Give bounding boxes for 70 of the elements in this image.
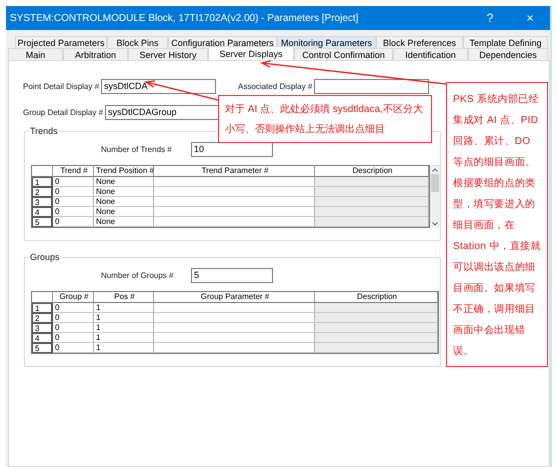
tab[interactable]: Arbitration — [63, 48, 128, 60]
input-field[interactable]: sysDtlCDAGroup — [105, 105, 220, 120]
tab[interactable]: Block Pins — [107, 36, 168, 48]
scrollbar[interactable] — [430, 165, 440, 228]
tab[interactable]: Dependencies — [468, 48, 548, 60]
input-field[interactable]: 10 — [191, 142, 273, 157]
row-header[interactable]: 1 — [32, 303, 53, 313]
table-cell: 0 — [53, 323, 94, 333]
row-header[interactable]: 5 — [32, 343, 53, 353]
row-header[interactable]: 5 — [32, 217, 53, 227]
table-cell: None — [94, 207, 154, 217]
table-cell: 1 — [94, 303, 154, 313]
field-label: Number of Groups # — [101, 271, 174, 280]
row-header[interactable]: 3 — [32, 323, 53, 333]
table-cell: None — [94, 217, 154, 227]
column-header[interactable]: Trend Position # — [94, 166, 154, 177]
table-cell: 1 — [94, 333, 154, 343]
table-cell: 0 — [53, 217, 94, 227]
table-cell: 1 — [94, 323, 154, 333]
table-cell: 0 — [53, 303, 94, 313]
table-cell: 0 — [53, 333, 94, 343]
annotation-note: PKS 系统内部已经集成对 AI 点、PID 回路、累计、DO 等点的细目画面。根据要组的点的类型，填写要进入的细目画面，在 Station 中，直接就可以调出该点的细目画面。如果填写不正确，调用细目画面中会出现错误。 — [446, 82, 548, 367]
tab[interactable]: Monitoring Parameters — [277, 36, 376, 48]
group-title: Groups — [29, 252, 61, 262]
close-button[interactable]: × — [510, 6, 550, 30]
table-cell: 0 — [53, 177, 94, 187]
row-header[interactable]: 2 — [32, 187, 53, 197]
tab[interactable]: Main — [8, 48, 63, 60]
table-cell: 0 — [53, 313, 94, 323]
help-button[interactable]: ? — [470, 6, 510, 30]
table-cell: None — [94, 187, 154, 197]
table-cell: None — [94, 177, 154, 187]
tab[interactable]: Control Confirmation — [294, 48, 393, 60]
table-cell: 0 — [53, 207, 94, 217]
row-header[interactable]: 4 — [32, 207, 53, 217]
field-label: Associated Display # — [238, 82, 312, 91]
group-title: Trends — [29, 126, 59, 136]
row-header[interactable]: 1 — [32, 177, 53, 187]
annotation-note: 对于 AI 点、此处必须填 sysdtldaca,不区分大小写、否则操作站上无法调出点细目 — [218, 95, 432, 143]
column-header[interactable]: Trend # — [53, 166, 94, 177]
chevron-down-icon[interactable] — [432, 222, 438, 226]
column-header[interactable]: Trend Parameter # — [154, 166, 315, 177]
field-label: Number of Trends # — [101, 145, 173, 154]
tab[interactable]: Projected Parameters — [15, 36, 107, 48]
table-cell: 1 — [94, 343, 154, 353]
tab[interactable]: Block Preferences — [376, 36, 463, 48]
column-header[interactable]: Group Parameter # — [154, 292, 315, 303]
table-corner — [32, 166, 53, 177]
input-field[interactable] — [314, 79, 430, 94]
column-header[interactable]: Group # — [53, 292, 94, 303]
table-cell: None — [94, 197, 154, 207]
row-header[interactable]: 3 — [32, 197, 53, 207]
tab[interactable]: Identification — [393, 48, 468, 60]
table-cell: 0 — [53, 343, 94, 353]
tab[interactable]: Server History — [128, 48, 208, 60]
column-header[interactable]: Pos # — [94, 292, 154, 303]
table-cell: 0 — [53, 197, 94, 207]
input-field[interactable]: 5 — [191, 268, 273, 283]
field-label: Group Detail Display # — [23, 108, 104, 117]
window-title: SYSTEM:CONTROLMODULE Block, 17TI1702A(v2.00) - Parameters [Project] — [10, 12, 360, 24]
field-label: Point Detail Display # — [23, 82, 100, 91]
chevron-up-icon[interactable] — [432, 168, 438, 172]
table-corner — [32, 292, 53, 303]
table-cell: 1 — [94, 313, 154, 323]
input-field[interactable]: sysDtlCDA — [101, 79, 216, 94]
row-header[interactable]: 4 — [32, 333, 53, 343]
row-header[interactable]: 2 — [32, 313, 53, 323]
tab[interactable]: Server Displays — [208, 46, 294, 60]
tab[interactable]: Template Defining — [463, 36, 548, 48]
table-cell: 0 — [53, 187, 94, 197]
